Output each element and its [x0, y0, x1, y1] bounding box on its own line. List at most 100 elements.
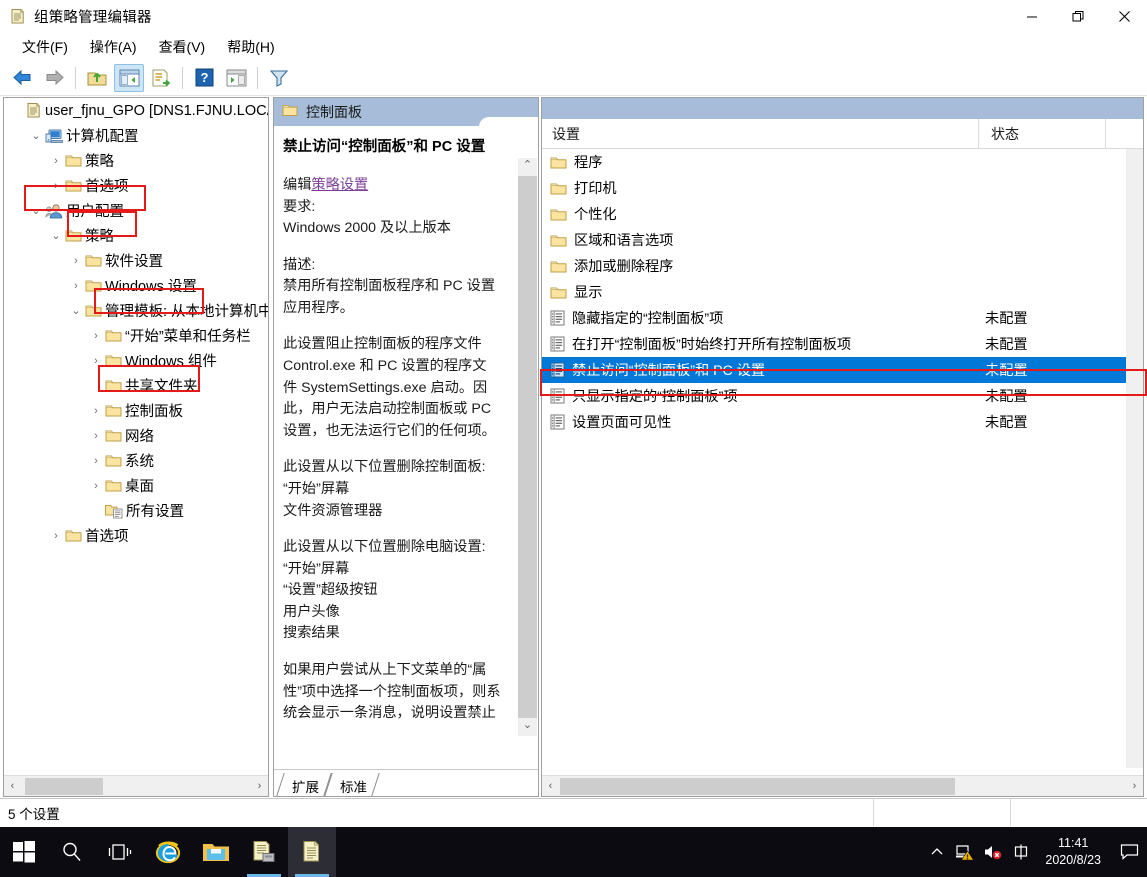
chevron-right-icon[interactable]: › — [88, 480, 104, 492]
file-explorer-button[interactable] — [192, 827, 240, 877]
start-button[interactable] — [0, 827, 48, 877]
tree-scroll-thumb[interactable] — [25, 777, 103, 795]
chevron-right-icon[interactable]: › — [48, 530, 64, 542]
detail-scroll-down-icon[interactable]: ⌄ — [518, 718, 537, 736]
chevron-down-icon[interactable]: ⌄ — [48, 229, 64, 242]
show-action-pane-icon[interactable] — [221, 64, 251, 92]
action-center-button[interactable] — [1111, 827, 1147, 877]
menu-action[interactable]: 操作(A) — [79, 34, 148, 60]
folder-icon — [65, 178, 82, 193]
table-row[interactable]: 禁止访问“控制面板”和 PC 设置 未配置 — [542, 357, 1131, 383]
chevron-right-icon[interactable]: › — [88, 455, 104, 467]
tab-extended[interactable]: 扩展 — [280, 773, 328, 796]
detail-pane-header-label: 控制面板 — [306, 104, 362, 120]
detail-scroll-thumb[interactable] — [518, 176, 537, 718]
minimize-button[interactable] — [1009, 0, 1055, 33]
volume-muted-icon[interactable] — [979, 827, 1007, 877]
tree-item-system[interactable]: › 系统 — [4, 448, 268, 473]
ime-chinese-icon[interactable] — [1007, 827, 1035, 877]
chevron-right-icon[interactable]: › — [88, 355, 104, 367]
chevron-down-icon[interactable]: ⌄ — [28, 204, 44, 217]
show-console-tree-icon[interactable] — [114, 63, 144, 92]
table-row[interactable]: 显示 — [542, 279, 1131, 305]
chevron-right-icon[interactable]: › — [68, 255, 84, 267]
table-row[interactable]: 设置页面可见性 未配置 — [542, 409, 1131, 435]
detail-scroll-up-icon[interactable]: ⌃ — [518, 158, 537, 176]
chevron-right-icon[interactable]: › — [48, 180, 64, 192]
close-button[interactable] — [1101, 0, 1147, 33]
detail-text-line: 件 SystemSettings.exe 启动。因 — [283, 379, 488, 396]
tree-item-user-configuration[interactable]: ⌄ 用户配置 — [4, 198, 268, 223]
tree-item-administrative-templates[interactable]: ⌄ 管理模板: 从本地计算机中 — [4, 298, 268, 323]
tree-horizontal-scrollbar[interactable]: ‹ › — [4, 775, 268, 796]
detail-vertical-scrollbar[interactable]: ⌃ ⌄ — [518, 158, 537, 736]
gpme-taskbar-button[interactable] — [288, 827, 336, 877]
table-row[interactable]: 添加或删除程序 — [542, 253, 1131, 279]
task-view-button[interactable] — [96, 827, 144, 877]
tree-scroll-left-icon[interactable]: ‹ — [4, 780, 21, 792]
tree-item-computer-configuration[interactable]: ⌄ 计算机配置 — [4, 123, 268, 148]
tree-item-computer-preferences[interactable]: › 首选项 — [4, 173, 268, 198]
tree-item-windows-components[interactable]: › Windows 组件 — [4, 348, 268, 373]
column-header-setting[interactable]: 设置 — [542, 119, 978, 149]
tree-item-all-settings[interactable]: 所有设置 — [4, 498, 268, 523]
tree-scroll-track[interactable] — [21, 776, 251, 797]
chevron-down-icon[interactable]: ⌄ — [28, 129, 44, 142]
list-vertical-scrollbar[interactable] — [1126, 149, 1143, 768]
setting-name: 设置页面可见性 — [572, 415, 672, 431]
chevron-down-icon[interactable]: ⌄ — [68, 304, 84, 317]
tree-item-gpo-root[interactable]: user_fjnu_GPO [DNS1.FJNU.LOCA — [4, 98, 268, 123]
gpmc-taskbar-button[interactable] — [240, 827, 288, 877]
list-scroll-right-icon[interactable]: › — [1126, 780, 1143, 792]
clock-time: 11:41 — [1058, 836, 1089, 851]
menu-help[interactable]: 帮助(H) — [216, 34, 285, 60]
tree-item-network[interactable]: › 网络 — [4, 423, 268, 448]
chevron-right-icon[interactable]: › — [68, 280, 84, 292]
taskbar-clock[interactable]: 11:41 2020/8/23 — [1035, 835, 1111, 869]
table-row[interactable]: 个性化 — [542, 201, 1131, 227]
table-row[interactable]: 在打开“控制面板”时始终打开所有控制面板项 未配置 — [542, 331, 1131, 357]
chevron-right-icon[interactable]: › — [88, 330, 104, 342]
tree-scroll-right-icon[interactable]: › — [251, 780, 268, 792]
all-settings-icon — [105, 503, 123, 519]
tree-item-computer-policies[interactable]: › 策略 — [4, 148, 268, 173]
tree-item-start-menu-taskbar[interactable]: › “开始”菜单和任务栏 — [4, 323, 268, 348]
export-list-icon[interactable] — [146, 64, 176, 92]
internet-explorer-button[interactable] — [144, 827, 192, 877]
table-row[interactable]: 隐藏指定的“控制面板”项 未配置 — [542, 305, 1131, 331]
table-row[interactable]: 打印机 — [542, 175, 1131, 201]
table-row[interactable]: 程序 — [542, 149, 1131, 175]
network-warning-icon[interactable] — [951, 827, 979, 877]
chevron-right-icon[interactable]: › — [88, 430, 104, 442]
tree-item-control-panel[interactable]: › 控制面板 — [4, 398, 268, 423]
tree-item-desktop[interactable]: › 桌面 — [4, 473, 268, 498]
search-button[interactable] — [48, 827, 96, 877]
menu-view[interactable]: 查看(V) — [148, 34, 217, 60]
chevron-up-icon[interactable] — [923, 827, 951, 877]
tree-item-software-settings[interactable]: › 软件设置 — [4, 248, 268, 273]
table-row[interactable]: 区域和语言选项 — [542, 227, 1131, 253]
chevron-right-icon[interactable]: › — [88, 405, 104, 417]
tree-item-user-preferences[interactable]: › 首选项 — [4, 523, 268, 548]
setting-name: 只显示指定的“控制面板”项 — [572, 389, 738, 405]
tree-item-user-policies[interactable]: ⌄ 策略 — [4, 223, 268, 248]
list-horizontal-scrollbar[interactable]: ‹ › — [542, 775, 1143, 796]
filter-icon[interactable] — [264, 64, 294, 92]
restore-button[interactable] — [1055, 0, 1101, 33]
back-icon[interactable] — [7, 64, 37, 92]
help-icon[interactable]: ? — [189, 64, 219, 92]
tab-standard[interactable]: 标准 — [328, 773, 376, 796]
tree-item-windows-settings[interactable]: › Windows 设置 — [4, 273, 268, 298]
settings-rows[interactable]: 程序 打印机 个性化 区域和语言选项 添加或删除程序 显示 隐藏指定的“控制面板… — [542, 149, 1131, 768]
tree-scroll-region[interactable]: user_fjnu_GPO [DNS1.FJNU.LOCA ⌄ 计算机配置 › 策略… — [4, 98, 268, 774]
table-row[interactable]: 只显示指定的“控制面板”项 未配置 — [542, 383, 1131, 409]
chevron-right-icon[interactable]: › — [48, 155, 64, 167]
column-header-state[interactable]: 状态 — [978, 118, 1105, 149]
menu-file[interactable]: 文件(F) — [11, 34, 79, 60]
list-scroll-thumb[interactable] — [560, 778, 955, 795]
up-folder-icon[interactable] — [82, 64, 112, 92]
policy-setting-link[interactable]: 策略设置 — [311, 177, 368, 193]
list-scroll-left-icon[interactable]: ‹ — [542, 780, 559, 792]
forward-icon[interactable] — [39, 64, 69, 92]
tree-item-shared-folders[interactable]: 共享文件夹 — [4, 373, 268, 398]
